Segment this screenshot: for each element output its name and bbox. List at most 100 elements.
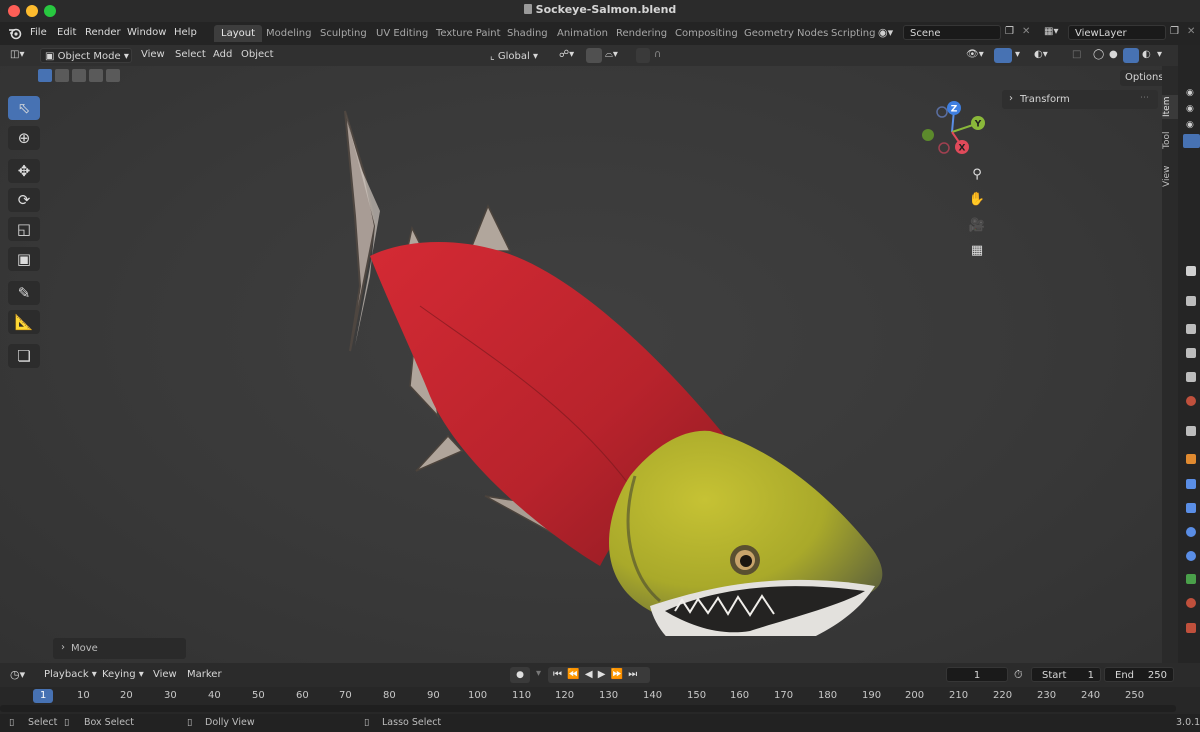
select-mode-subtract-icon[interactable] xyxy=(72,69,86,82)
transform-panel[interactable]: › Transform ⋯ xyxy=(1002,90,1158,109)
render-properties-icon[interactable] xyxy=(1186,296,1196,306)
timeline-scrollbar[interactable] xyxy=(0,705,1176,712)
particles-properties-icon[interactable] xyxy=(1186,503,1196,513)
menu-timeline-view[interactable]: View xyxy=(153,669,177,680)
copy-view-layer-icon[interactable]: ❐ xyxy=(1170,26,1179,37)
timeline-editor-type-icon[interactable]: ◷▾ xyxy=(10,668,25,681)
zoom-view-icon[interactable]: ⚲ xyxy=(966,163,988,185)
tab-tool[interactable]: Tool xyxy=(1162,128,1178,152)
3d-viewport[interactable]: ⬁ ⊕ ✥ ⟳ ◱ ▣ ✎ 📐 ❏ Z Y X ⚲ ✋ 🎥 ▦ Options … xyxy=(0,66,1169,663)
menu-marker[interactable]: Marker xyxy=(187,669,222,680)
cursor-icon[interactable]: ⊕ xyxy=(8,126,40,150)
material-properties-icon[interactable] xyxy=(1186,598,1196,608)
shading-options-icon[interactable]: ▾ xyxy=(1157,49,1162,60)
blender-logo-icon[interactable] xyxy=(8,27,22,40)
editor-type-icon[interactable]: ◫▾ xyxy=(10,49,24,60)
toggle-perspective-icon[interactable]: ▦ xyxy=(966,239,988,261)
output-properties-icon[interactable] xyxy=(1186,324,1196,334)
camera-icon[interactable]: ◉ xyxy=(1186,88,1194,98)
tab-shading[interactable]: Shading xyxy=(500,25,555,42)
menu-view[interactable]: View xyxy=(141,49,165,60)
texture-properties-icon[interactable] xyxy=(1186,623,1196,633)
camera-view-icon[interactable]: 🎥 xyxy=(966,214,988,236)
view-layer-field[interactable]: ViewLayer xyxy=(1068,25,1166,40)
falloff-icon[interactable]: ∩ xyxy=(654,49,661,60)
constraints-properties-icon[interactable] xyxy=(1186,551,1196,561)
auto-keying-options-icon[interactable]: ▾ xyxy=(536,668,541,679)
menu-keying[interactable]: Keying ▾ xyxy=(102,669,144,680)
scene-name-field[interactable]: Scene xyxy=(903,25,1001,40)
rendered-shading-icon[interactable]: ◐ xyxy=(1142,49,1151,60)
record-keyframe-icon[interactable]: ● xyxy=(510,667,530,683)
menu-render[interactable]: Render xyxy=(85,27,121,38)
menu-window[interactable]: Window xyxy=(127,27,166,38)
tab-layout[interactable]: Layout xyxy=(214,25,262,42)
jump-to-end-icon[interactable]: ⏭ xyxy=(628,669,637,680)
menu-edit[interactable]: Edit xyxy=(57,27,76,38)
tab-compositing[interactable]: Compositing xyxy=(668,25,745,42)
menu-object[interactable]: Object xyxy=(241,49,274,60)
visibility-icon[interactable]: 👁▾ xyxy=(966,49,984,60)
snap-target-icon[interactable]: ⌓▾ xyxy=(605,49,618,60)
select-box-icon[interactable]: ⬁ xyxy=(8,96,40,120)
transform-icon[interactable]: ▣ xyxy=(8,247,40,271)
preview-range-icon[interactable]: ⏱ xyxy=(1014,668,1023,682)
material-preview-shading-icon[interactable] xyxy=(1123,48,1139,63)
camera-icon[interactable]: ◉ xyxy=(1186,104,1194,114)
add-cube-icon[interactable]: ❏ xyxy=(8,344,40,368)
camera-icon[interactable]: ◉ xyxy=(1186,120,1194,130)
tab-geometry-nodes[interactable]: Geometry Nodes xyxy=(737,25,835,42)
pivot-point-icon[interactable]: ☍▾ xyxy=(559,49,574,60)
camera-active-icon[interactable] xyxy=(1183,134,1200,148)
menu-playback[interactable]: Playback ▾ xyxy=(44,669,97,680)
tab-modeling[interactable]: Modeling xyxy=(259,25,319,42)
end-frame-field[interactable]: End 250 xyxy=(1104,667,1174,682)
menu-file[interactable]: File xyxy=(30,27,47,38)
close-scene-icon[interactable]: ✕ xyxy=(1022,26,1030,37)
sockeye-salmon-model[interactable] xyxy=(330,106,900,636)
tab-uv-editing[interactable]: UV Editing xyxy=(369,25,435,42)
tool-properties-icon[interactable] xyxy=(1186,266,1196,276)
modifier-properties-icon[interactable] xyxy=(1186,479,1196,489)
tab-animation[interactable]: Animation xyxy=(550,25,615,42)
proportional-editing-icon[interactable] xyxy=(636,48,650,63)
jump-to-keyframe-forward-icon[interactable]: ⏩ xyxy=(611,669,623,680)
physics-properties-icon[interactable] xyxy=(1186,527,1196,537)
annotate-icon[interactable]: ✎ xyxy=(8,281,40,305)
start-frame-field[interactable]: Start 1 xyxy=(1031,667,1101,682)
current-frame-field[interactable]: 1 xyxy=(946,667,1008,682)
xray-icon[interactable]: □ xyxy=(1072,49,1081,60)
object-mode-dropdown[interactable]: ▣ Object Mode ▾ xyxy=(40,48,132,63)
data-properties-icon[interactable] xyxy=(1186,574,1196,584)
tab-scripting[interactable]: Scripting xyxy=(824,25,882,42)
tab-rendering[interactable]: Rendering xyxy=(609,25,674,42)
select-mode-invert-icon[interactable] xyxy=(89,69,103,82)
copy-scene-icon[interactable]: ❐ xyxy=(1005,26,1014,37)
snap-toggle-icon[interactable] xyxy=(586,48,602,63)
solid-shading-icon[interactable]: ● xyxy=(1109,49,1118,60)
scale-icon[interactable]: ◱ xyxy=(8,217,40,241)
navigation-gizmo[interactable]: Z Y X xyxy=(914,98,990,162)
tab-view[interactable]: View xyxy=(1162,163,1178,189)
object-properties-icon[interactable] xyxy=(1186,454,1196,464)
jump-to-keyframe-back-icon[interactable]: ⏪ xyxy=(567,669,579,680)
tab-item[interactable]: Item xyxy=(1162,95,1178,119)
pan-view-icon[interactable]: ✋ xyxy=(966,188,988,210)
select-mode-intersect-icon[interactable] xyxy=(106,69,120,82)
gizmo-dropdown-icon[interactable]: ▾ xyxy=(1015,49,1020,60)
rotate-icon[interactable]: ⟳ xyxy=(8,188,40,212)
view-layer-properties-icon[interactable] xyxy=(1186,348,1196,358)
select-mode-extend-icon[interactable] xyxy=(55,69,69,82)
jump-to-start-icon[interactable]: ⏮ xyxy=(553,669,562,680)
gizmo-toggle-icon[interactable] xyxy=(994,48,1012,63)
world-properties-icon[interactable] xyxy=(1186,396,1196,406)
menu-add[interactable]: Add xyxy=(213,49,232,60)
view-layer-icon[interactable]: ▦▾ xyxy=(1044,26,1058,37)
measure-icon[interactable]: 📐 xyxy=(8,310,40,334)
collection-properties-icon[interactable] xyxy=(1186,426,1196,436)
tab-texture-paint[interactable]: Texture Paint xyxy=(429,25,508,42)
play-reverse-icon[interactable]: ◀ xyxy=(585,669,593,680)
move-icon[interactable]: ✥ xyxy=(8,159,40,183)
menu-help[interactable]: Help xyxy=(174,27,197,38)
overlays-icon[interactable]: ◐▾ xyxy=(1034,49,1048,60)
